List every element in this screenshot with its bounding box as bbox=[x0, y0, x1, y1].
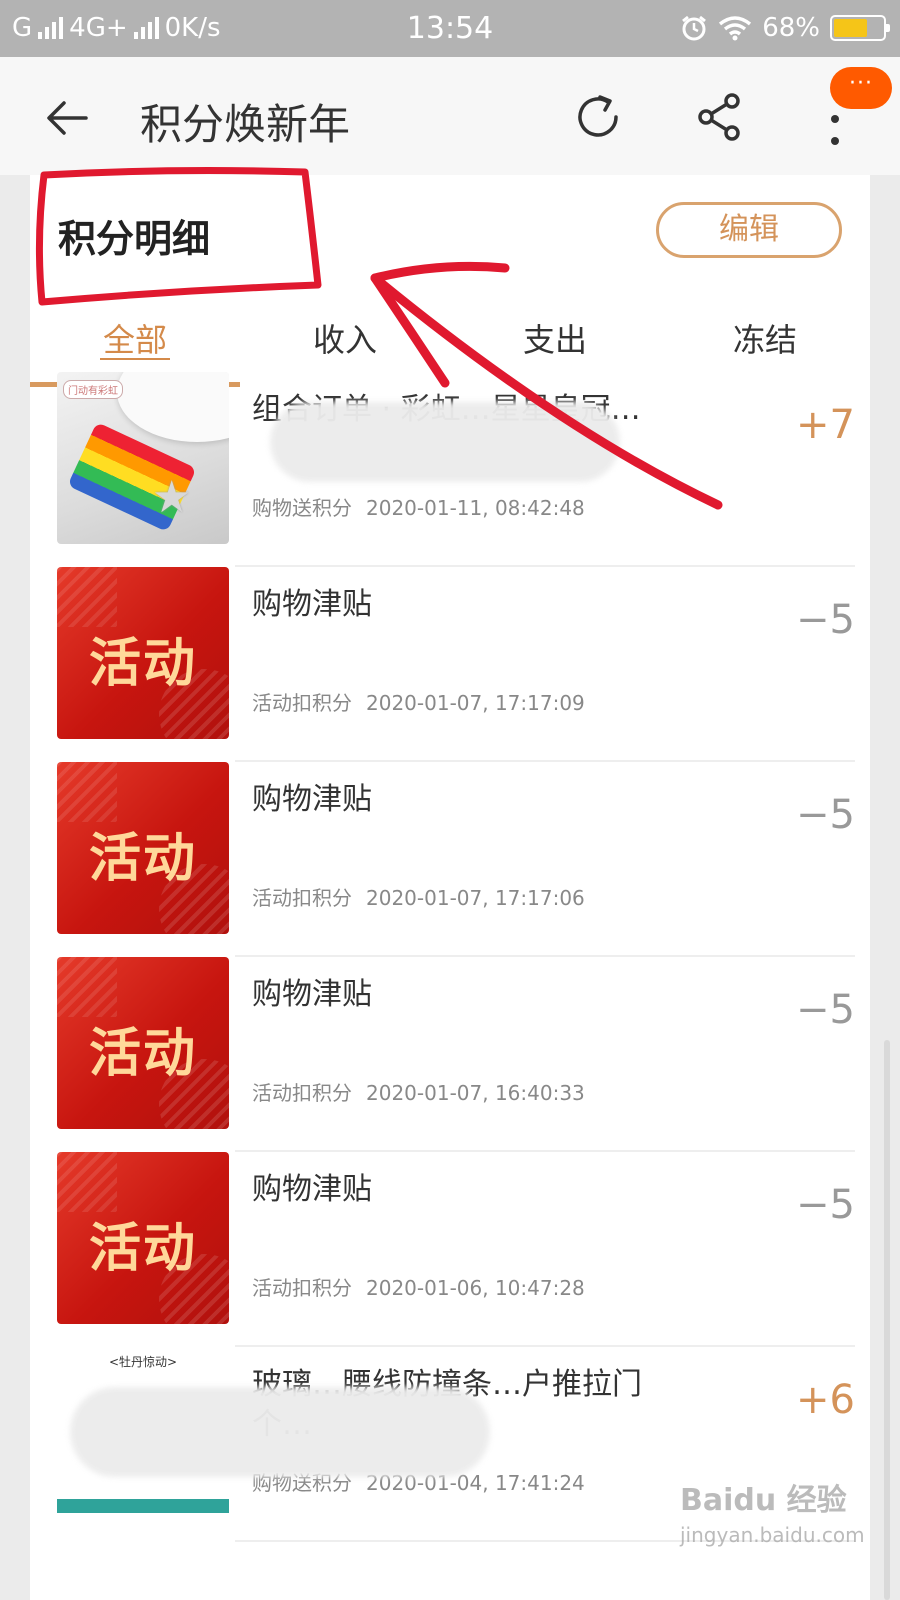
record-type: 活动扣积分 bbox=[252, 691, 352, 715]
watermark: Baidu 经验 jingyan.baidu.com bbox=[680, 1475, 865, 1547]
record-points: −5 bbox=[796, 1182, 855, 1228]
record-title: 购物津贴 bbox=[252, 782, 372, 817]
record-time: 2020-01-07, 16:40:33 bbox=[366, 1081, 585, 1105]
product-thumbnail: 门动有彩虹 ★ bbox=[57, 372, 229, 544]
nav-bar: 积分焕新年 ··· bbox=[0, 57, 900, 175]
points-record-row[interactable]: 活动 购物津贴 活动扣积分 2020-01-07, 16:40:33 −5 bbox=[30, 957, 870, 1152]
record-time: 2020-01-06, 10:47:28 bbox=[366, 1276, 585, 1300]
record-points: −5 bbox=[796, 792, 855, 838]
record-meta: 活动扣积分 2020-01-07, 17:17:06 bbox=[252, 882, 585, 911]
activity-thumbnail: 活动 bbox=[57, 567, 229, 739]
activity-thumb-text: 活动 bbox=[88, 634, 197, 694]
points-record-list: 门动有彩虹★ 组合订单 · 彩虹…星星皇冠… 购物送积分2020-01-11, … bbox=[30, 372, 870, 1542]
tab-label: 冻结 bbox=[732, 321, 797, 359]
record-points: +7 bbox=[796, 402, 855, 448]
battery-percent: 68% bbox=[762, 13, 820, 43]
record-type: 活动扣积分 bbox=[252, 1081, 352, 1105]
tab-label: 收入 bbox=[312, 321, 377, 359]
privacy-blur bbox=[70, 1387, 490, 1477]
record-points: −5 bbox=[796, 987, 855, 1033]
record-points: +6 bbox=[796, 1377, 855, 1423]
points-record-row[interactable]: 活动 购物津贴 活动扣积分 2020-01-07, 17:17:09 −5 bbox=[30, 567, 870, 762]
activity-thumb-text: 活动 bbox=[88, 1024, 197, 1084]
record-meta: 活动扣积分 2020-01-06, 10:47:28 bbox=[252, 1272, 585, 1301]
record-title: 购物津贴 bbox=[252, 1172, 372, 1207]
section-title: 积分明细 bbox=[58, 217, 211, 261]
battery-icon bbox=[830, 15, 890, 41]
record-meta: 活动扣积分 2020-01-07, 16:40:33 bbox=[252, 1077, 585, 1106]
more-icon[interactable] bbox=[826, 109, 844, 153]
record-title: 购物津贴 bbox=[252, 587, 372, 622]
alarm-icon bbox=[682, 15, 707, 41]
record-time: 2020-01-07, 17:17:06 bbox=[366, 886, 585, 910]
record-meta: 购物送积分 2020-01-11, 08:42:48 bbox=[252, 492, 585, 521]
privacy-blur bbox=[270, 402, 620, 482]
refresh-icon[interactable] bbox=[570, 89, 626, 145]
activity-thumb-text: 活动 bbox=[88, 829, 197, 889]
tab-label: 支出 bbox=[522, 321, 587, 359]
activity-thumbnail: 活动 bbox=[57, 762, 229, 934]
status-right: 68% bbox=[680, 13, 890, 43]
points-detail-card: 积分明细 编辑 全部 收入 支出 冻结 门动有彩虹★ 组合订单 · 彩虹…星星皇… bbox=[30, 175, 870, 1600]
watermark-sub: jingyan.baidu.com bbox=[680, 1523, 865, 1547]
record-points: −5 bbox=[796, 597, 855, 643]
scrollbar[interactable] bbox=[884, 1040, 890, 1600]
message-badge[interactable]: ··· bbox=[830, 67, 892, 109]
record-type: 活动扣积分 bbox=[252, 1276, 352, 1300]
back-arrow-icon[interactable] bbox=[42, 93, 92, 143]
record-type: 活动扣积分 bbox=[252, 886, 352, 910]
record-title: 购物津贴 bbox=[252, 977, 372, 1012]
activity-thumbnail: 活动 bbox=[57, 1152, 229, 1324]
watermark-main: Baidu 经验 bbox=[680, 1483, 847, 1518]
page-title: 积分焕新年 bbox=[140, 100, 351, 149]
activity-thumbnail: 活动 bbox=[57, 957, 229, 1129]
points-record-row[interactable]: 活动 购物津贴 活动扣积分 2020-01-06, 10:47:28 −5 bbox=[30, 1152, 870, 1347]
points-record-row[interactable]: 活动 购物津贴 活动扣积分 2020-01-07, 17:17:06 −5 bbox=[30, 762, 870, 957]
record-time: 2020-01-11, 08:42:48 bbox=[366, 496, 585, 520]
status-bar: G 4G+ 0K/s 13:54 68% bbox=[0, 0, 900, 57]
edit-button[interactable]: 编辑 bbox=[656, 202, 842, 258]
record-type: 购物送积分 bbox=[252, 496, 352, 520]
thumb-caption: <牡丹惊动> bbox=[108, 1355, 178, 1369]
activity-thumb-text: 活动 bbox=[88, 1219, 197, 1279]
record-meta: 活动扣积分 2020-01-07, 17:17:09 bbox=[252, 687, 585, 716]
record-time: 2020-01-07, 17:17:09 bbox=[366, 691, 585, 715]
tab-label: 全部 bbox=[102, 321, 167, 359]
wifi-icon bbox=[719, 16, 752, 41]
points-record-row[interactable]: 门动有彩虹★ 组合订单 · 彩虹…星星皇冠… 购物送积分2020-01-11, … bbox=[30, 372, 870, 567]
share-icon[interactable] bbox=[692, 89, 748, 145]
